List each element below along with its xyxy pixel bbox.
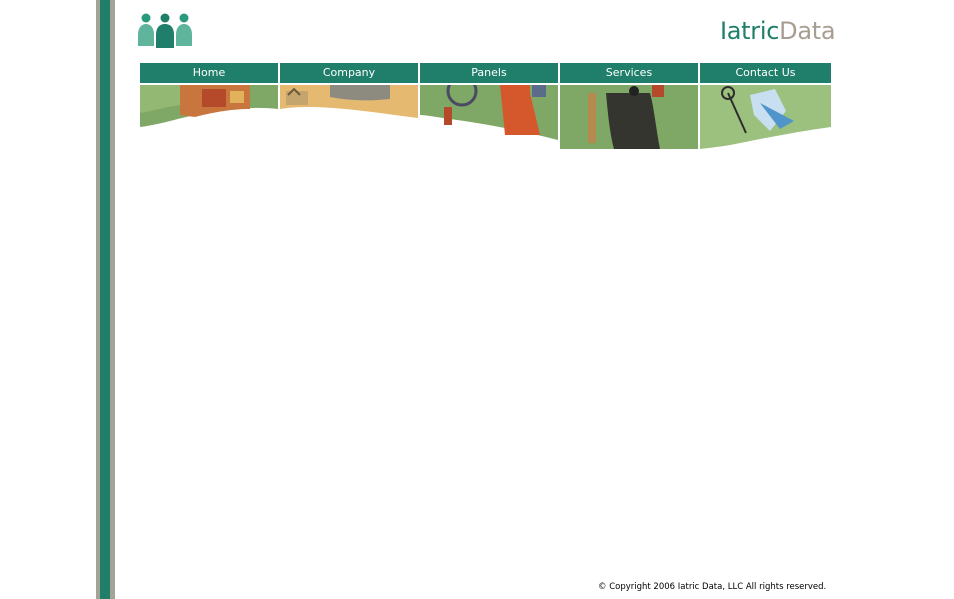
nav-contact-us-button[interactable]: Contact Us [700,63,831,83]
brand-name-part2: Data [779,17,836,45]
footer-copyright: © Copyright 2006 Iatric Data, LLC All ri… [598,582,827,592]
nav-column-company: Company [280,63,418,149]
left-accent-stripe [100,0,110,599]
brand-name-part1: Iatric [720,17,780,45]
nav-panels-button[interactable]: Panels [420,63,558,83]
nav-company-button[interactable]: Company [280,63,418,83]
nav-services-button[interactable]: Services [560,63,698,83]
nav-company-illustration [280,85,418,118]
brand-logotype: IatricData [720,14,836,48]
nav-column-services: Services [560,63,698,149]
main-navigation: Home Company Panels Services Contact Us [140,63,831,149]
nav-services-illustration [560,85,698,149]
nav-column-panels: Panels [420,63,558,149]
nav-column-contact: Contact Us [700,63,831,149]
nav-home-illustration [140,85,278,127]
nav-panels-illustration [420,85,558,140]
nav-contact-illustration [700,85,831,149]
nav-home-button[interactable]: Home [140,63,278,83]
left-border-stripe-inner [110,0,115,599]
three-people-icon [138,13,192,48]
nav-column-home: Home [140,63,278,149]
